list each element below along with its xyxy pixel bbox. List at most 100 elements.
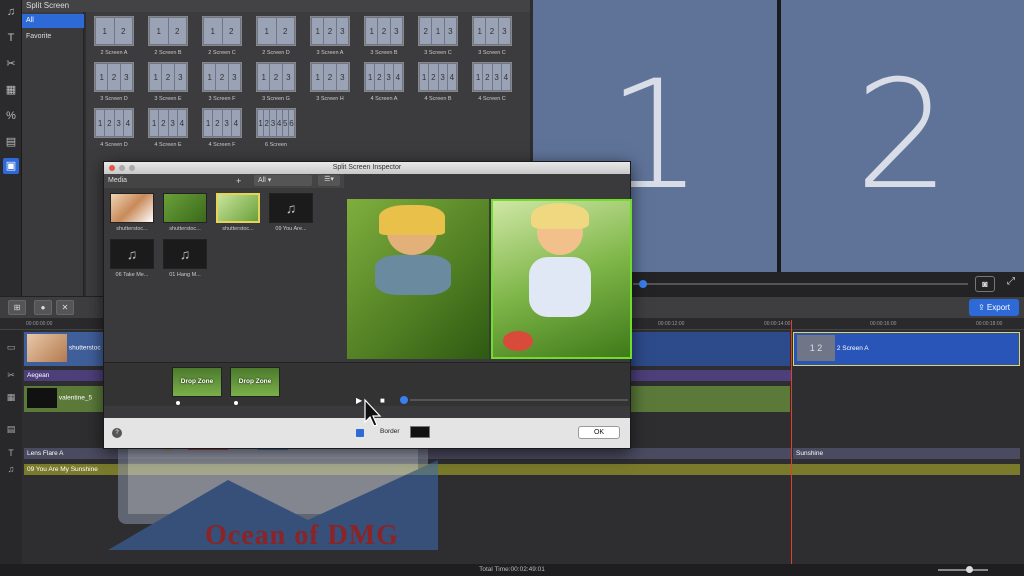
ok-button[interactable]: OK	[578, 426, 620, 439]
template-label: 2 Screen B	[154, 50, 182, 56]
overlay-clip-extension[interactable]	[630, 386, 790, 412]
split-template[interactable]: 12 2 Screen A	[90, 14, 138, 60]
category-all[interactable]: All	[22, 14, 84, 28]
template-cell: 1	[204, 64, 216, 90]
split-template[interactable]: 1234 4 Screen F	[198, 106, 246, 152]
template-cell: 2	[483, 64, 492, 90]
template-thumbnail: 1234	[418, 62, 458, 92]
split-screen-icon[interactable]: ▣	[3, 158, 19, 174]
filters-icon[interactable]: ✂	[3, 56, 19, 72]
template-thumbnail: 1234	[148, 108, 188, 138]
split-screen-clip[interactable]: 1 2 2 Screen A	[793, 332, 1020, 366]
playhead[interactable]	[791, 320, 792, 564]
template-cell: 3	[390, 18, 402, 44]
media-item[interactable]: shutterstoc...	[110, 193, 154, 237]
video-clip[interactable]: shutterstoc	[24, 332, 104, 366]
inspector-title: Split Screen Inspector	[104, 162, 630, 174]
zoom-knob[interactable]	[966, 566, 973, 573]
overlays-icon[interactable]: ▦	[3, 82, 19, 98]
elements-icon[interactable]: ▤	[3, 134, 19, 150]
split-preview-right[interactable]	[491, 199, 632, 359]
template-cell: 3	[120, 64, 132, 90]
zoom-icon[interactable]	[129, 165, 135, 171]
template-cell: 2	[159, 110, 168, 136]
child-hair	[379, 205, 445, 235]
view-options-icon[interactable]: ☰▾	[318, 175, 340, 186]
close-icon[interactable]	[109, 165, 115, 171]
split-template[interactable]: 213 3 Screen C	[414, 14, 462, 60]
category-favorite[interactable]: Favorite	[22, 30, 84, 44]
split-template[interactable]: 12 2 Screen C	[198, 14, 246, 60]
ruler-tick: 00:00:18:00	[976, 321, 1003, 327]
drop-zone-1[interactable]: Drop Zone	[172, 367, 222, 397]
zoom-slider[interactable]	[938, 569, 988, 571]
text-icon[interactable]: T	[3, 30, 19, 46]
media-item[interactable]: shutterstoc...	[163, 193, 207, 237]
split-template[interactable]: 12 2 Screen B	[144, 14, 192, 60]
export-label: Export	[986, 303, 1011, 312]
split-preview-left[interactable]	[347, 199, 489, 359]
split-template[interactable]: 123 3 Screen C	[468, 14, 516, 60]
media-label: 09 You Are...	[275, 226, 307, 232]
help-button[interactable]: ?	[112, 428, 122, 438]
template-cell: 2	[486, 18, 498, 44]
media-label: shutterstoc...	[169, 226, 201, 232]
media-label: 06 Take Me...	[115, 272, 149, 278]
split-template[interactable]: 12 2 Screen D	[252, 14, 300, 60]
template-thumbnail: 12	[94, 16, 134, 46]
scrubber-knob[interactable]	[639, 280, 647, 288]
effect-clip[interactable]: Sunshine	[793, 448, 1020, 459]
split-template[interactable]: 1234 4 Screen D	[90, 106, 138, 152]
split-template[interactable]: 123 3 Screen F	[198, 60, 246, 106]
ruler-tick: 00:00:14:00	[764, 321, 791, 327]
transitions-icon[interactable]: %	[3, 108, 19, 124]
delete-icon[interactable]: ✕	[56, 300, 74, 315]
export-button[interactable]: ⇪ Export	[969, 299, 1019, 316]
template-label: 2 Screen D	[262, 50, 290, 56]
template-label: 3 Screen G	[262, 96, 290, 102]
fullscreen-icon[interactable]: ⤢	[1003, 276, 1019, 292]
clip-thumbnail	[27, 334, 67, 362]
media-item[interactable]: ♫ 09 You Are...	[269, 193, 313, 237]
template-cell: 3	[114, 110, 123, 136]
template-cell: 2	[222, 18, 240, 44]
split-template[interactable]: 123 3 Screen D	[90, 60, 138, 106]
split-template[interactable]: 123 3 Screen H	[306, 60, 354, 106]
template-cell: 3	[270, 110, 276, 136]
drop-zone-2[interactable]: Drop Zone	[230, 367, 280, 397]
border-color-swatch[interactable]	[410, 426, 430, 438]
media-filter-dropdown[interactable]: All ▾	[254, 175, 312, 186]
media-toolbar: Media + All ▾ ☰▾	[104, 174, 344, 188]
drop-zone-indicator	[234, 401, 238, 405]
media-item-selected[interactable]: shutterstoc...	[216, 193, 260, 237]
add-media-button[interactable]: +	[236, 176, 241, 186]
overlay-clip[interactable]: valentine_5	[24, 386, 104, 412]
border-checkbox[interactable]	[356, 429, 364, 437]
split-template[interactable]: 123 3 Screen A	[306, 14, 354, 60]
template-cell: 1	[258, 18, 276, 44]
preview-scrubber[interactable]	[633, 283, 968, 285]
split-tool-icon[interactable]: ⊞	[8, 300, 26, 315]
split-template[interactable]: 123 3 Screen E	[144, 60, 192, 106]
split-template[interactable]: 123 3 Screen B	[360, 14, 408, 60]
split-template[interactable]: 1234566 Screen	[252, 106, 300, 152]
record-icon[interactable]: ●	[34, 300, 52, 315]
minimize-icon[interactable]	[119, 165, 125, 171]
split-template[interactable]: 123 3 Screen G	[252, 60, 300, 106]
split-template[interactable]: 1234 4 Screen E	[144, 106, 192, 152]
media-item[interactable]: ♫ 06 Take Me...	[110, 239, 154, 283]
split-template[interactable]: 1234 4 Screen C	[468, 60, 516, 106]
template-cell: 1	[150, 110, 159, 136]
ruler-tick: 00:00:12:00	[658, 321, 685, 327]
media-icon[interactable]: ♫	[3, 4, 19, 20]
playback-scrubber[interactable]	[410, 399, 628, 401]
snapshot-icon[interactable]: ◙	[975, 276, 995, 292]
text-track-icon: T	[8, 448, 14, 458]
playback-knob[interactable]	[400, 396, 408, 404]
template-cell: 2	[429, 64, 438, 90]
media-item[interactable]: ♫ 01 Hang M...	[163, 239, 207, 283]
split-template[interactable]: 1234 4 Screen B	[414, 60, 462, 106]
video-clip-extension[interactable]	[630, 332, 790, 366]
split-template[interactable]: 1234 4 Screen A	[360, 60, 408, 106]
template-label: 3 Screen C	[478, 50, 506, 56]
